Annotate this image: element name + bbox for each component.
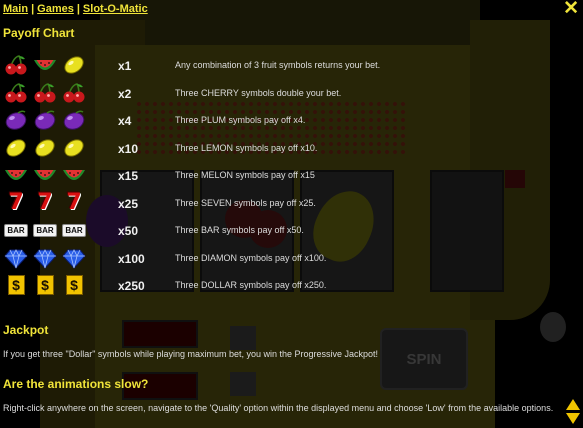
scroll-down-arrow-icon[interactable] (566, 413, 580, 424)
dollar-icon-glyph: $ (65, 275, 83, 295)
payoff-description: Three CHERRY symbols double your bet. (175, 87, 342, 98)
payoff-symbols (4, 54, 91, 76)
nav-separator: | (76, 3, 80, 15)
payoff-row: x15 Three MELON symbols pay off x15 (0, 164, 560, 190)
plum-icon (62, 109, 86, 131)
nav-main-link[interactable]: Main (3, 3, 28, 15)
payoff-row: x4 Three PLUM symbols pay off x4. (0, 109, 560, 135)
melon-icon (4, 164, 28, 186)
seven-icon-glyph: 7 (66, 189, 82, 215)
nav-slot-link[interactable]: Slot-O-Matic (83, 3, 148, 15)
dollar-icon: $ (33, 274, 57, 296)
payoff-symbols: $ $ $ (4, 274, 91, 296)
bar-icon-label: BAR (4, 223, 28, 237)
scroll-up-arrow-icon[interactable] (566, 399, 580, 410)
payoff-row: $ $ $ x250 Three DOLLAR symbols pay off x250… (0, 274, 560, 300)
melon-icon (33, 164, 57, 186)
lemon-icon (4, 137, 28, 159)
payoff-description: Any combination of 3 fruit symbols retur… (175, 60, 381, 70)
payoff-description: Three SEVEN symbols pay off x25. (175, 197, 316, 208)
payoff-row: x100 Three DIAMON symbols pay off x100. (0, 247, 560, 273)
payoff-multiplier: x50 (118, 224, 139, 238)
jackpot-text: If you get three "Dollar" symbols while … (3, 349, 379, 359)
payoff-symbols (4, 164, 91, 186)
melon-icon (33, 54, 57, 76)
payoff-chart-title: Payoff Chart (3, 26, 75, 40)
payoff-description: Three DOLLAR symbols pay off x250. (175, 280, 327, 290)
payoff-multiplier: x250 (118, 279, 145, 293)
cherry-icon (33, 82, 57, 104)
bar-icon: BAR (62, 219, 86, 241)
seven-icon-glyph: 7 (8, 189, 24, 215)
dollar-icon: $ (62, 274, 86, 296)
payoff-symbols: BAR BAR BAR (4, 219, 91, 241)
seven-icon: 7 (62, 189, 86, 215)
payoff-symbols (4, 137, 91, 159)
seven-icon-glyph: 7 (37, 189, 53, 215)
nav-separator: | (31, 3, 35, 15)
payoff-row: 7 7 7 x25 Three SEVEN symbols pay off x25. (0, 189, 560, 218)
dollar-icon-glyph: $ (7, 275, 25, 295)
bar-icon-label: BAR (33, 223, 57, 237)
payoff-symbols (4, 109, 91, 131)
payoff-description: Three MELON symbols pay off x15 (175, 170, 315, 180)
bar-icon: BAR (33, 219, 57, 241)
payoff-row: x1 Any combination of 3 fruit symbols ret… (0, 54, 560, 80)
plum-icon (33, 109, 57, 131)
lemon-icon (62, 137, 86, 159)
plum-icon (4, 109, 28, 131)
breadcrumb: Main | Games | Slot-O-Matic (3, 3, 148, 15)
payoff-multiplier: x2 (118, 86, 132, 101)
cherry-icon (4, 82, 28, 104)
payoff-multiplier: x10 (118, 141, 139, 156)
close-icon[interactable]: ✕ (563, 0, 579, 19)
payoff-row: BAR BAR BAR x50 Three BAR symbols pay off x5… (0, 219, 560, 245)
dollar-icon: $ (4, 274, 28, 296)
melon-icon (62, 164, 86, 186)
payoff-multiplier: x100 (118, 251, 145, 266)
jackpot-title: Jackpot (3, 323, 49, 337)
diamond-icon (62, 247, 86, 269)
payoff-row: x10 Three LEMON symbols pay off x10. (0, 137, 560, 163)
cherry-icon (62, 82, 86, 104)
animations-text: Right-click anywhere on the screen, navi… (3, 403, 554, 413)
payoff-symbols: 777 (4, 189, 91, 215)
payoff-multiplier: x1 (118, 59, 132, 73)
lemon-icon (33, 137, 57, 159)
help-overlay: Main | Games | Slot-O-Matic ✕ Payoff Chart x… (0, 0, 583, 428)
payoff-row: x2 Three CHERRY symbols double your bet. (0, 82, 560, 108)
cherry-icon (4, 54, 28, 76)
lemon-icon (62, 54, 86, 76)
payoff-multiplier: x4 (118, 114, 132, 128)
seven-icon: 7 (33, 189, 57, 215)
payoff-multiplier: x25 (118, 196, 139, 211)
payoff-multiplier: x15 (118, 169, 139, 183)
seven-icon: 7 (4, 189, 28, 215)
scroll-controls (566, 399, 580, 424)
diamond-icon (4, 247, 28, 269)
bar-icon: BAR (4, 219, 28, 241)
payoff-symbols (4, 82, 91, 104)
diamond-icon (33, 247, 57, 269)
payoff-symbols (4, 247, 91, 269)
nav-games-link[interactable]: Games (37, 3, 74, 15)
dollar-icon-glyph: $ (36, 275, 54, 295)
payoff-description: Three PLUM symbols pay off x4. (175, 115, 306, 125)
payoff-description: Three BAR symbols pay off x50. (175, 225, 304, 235)
bar-icon-label: BAR (62, 223, 86, 237)
animations-title: Are the animations slow? (3, 377, 149, 391)
payoff-description: Three LEMON symbols pay off x10. (175, 142, 318, 153)
payoff-description: Three DIAMON symbols pay off x100. (175, 252, 327, 263)
